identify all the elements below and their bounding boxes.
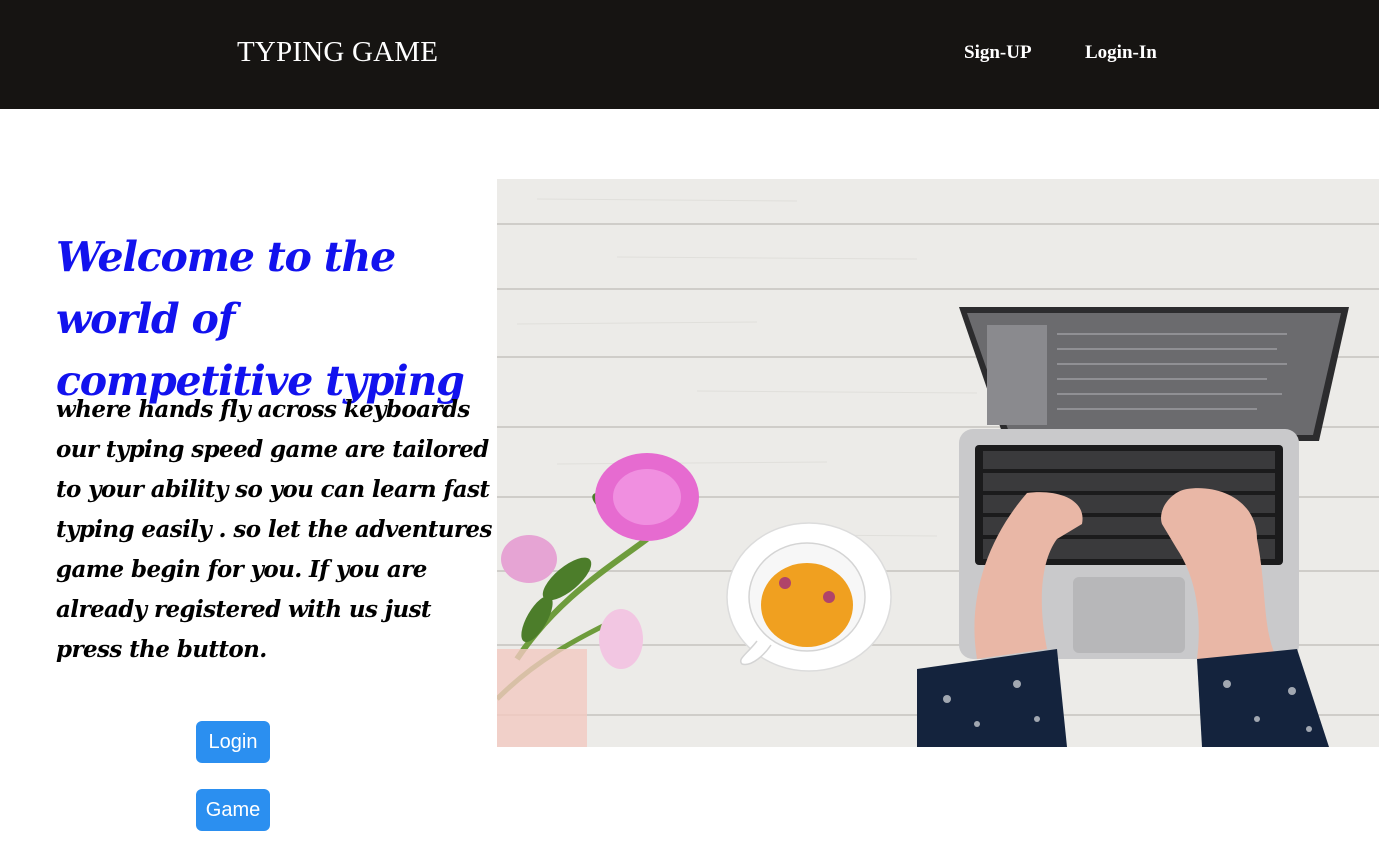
login-button[interactable]: Login <box>196 721 270 763</box>
nav-signup-link[interactable]: Sign-UP <box>964 42 1032 64</box>
nav-login-link[interactable]: Login-In <box>1085 42 1157 64</box>
site-brand[interactable]: TYPING GAME <box>237 36 438 69</box>
top-navbar: TYPING GAME Sign-UP Login-In <box>0 0 1379 109</box>
hero-image <box>497 179 1379 747</box>
tea-cup-icon <box>726 522 892 672</box>
hero-description: where hands fly across keyboards our typ… <box>56 396 492 663</box>
game-button[interactable]: Game <box>196 789 270 831</box>
hero-heading: Welcome to the world of competitive typi… <box>56 233 465 405</box>
